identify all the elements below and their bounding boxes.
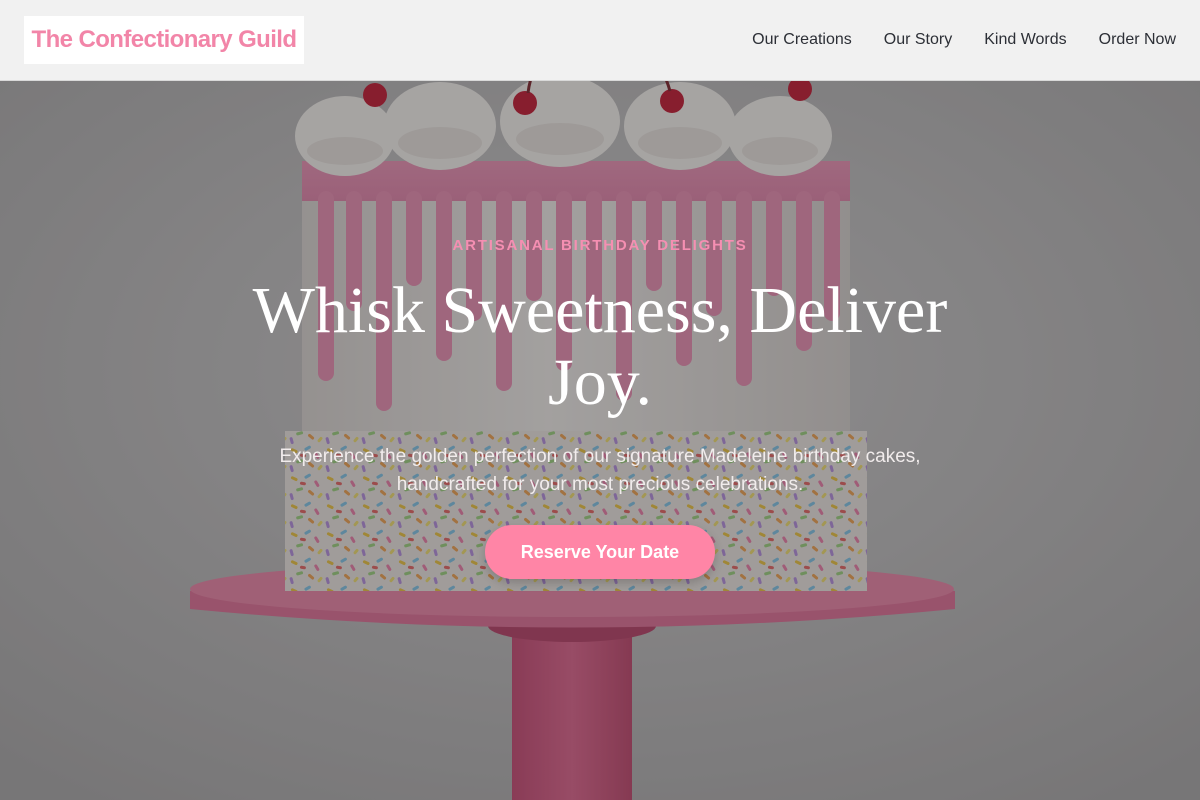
hero-subtext: Experience the golden perfection of our … <box>250 443 950 499</box>
nav-link-kind-words[interactable]: Kind Words <box>984 31 1066 49</box>
hero-headline: Whisk Sweetness, Deliver Joy. <box>200 275 1000 419</box>
hero-headline-line1: Whisk Sweetness, Deliver <box>252 274 948 347</box>
hero-subtext-line1: Experience the golden perfection of our … <box>279 446 921 467</box>
reserve-date-button[interactable]: Reserve Your Date <box>485 525 715 579</box>
site-header: The Confectionary Guild Our Creations Ou… <box>0 0 1200 81</box>
nav-link-our-story[interactable]: Our Story <box>884 31 952 49</box>
hero-content: ARTISANAL BIRTHDAY DELIGHTS Whisk Sweetn… <box>0 81 1200 800</box>
main-nav: Our Creations Our Story Kind Words Order… <box>720 0 1176 80</box>
nav-link-order-now[interactable]: Order Now <box>1099 31 1176 49</box>
hero-section: ARTISANAL BIRTHDAY DELIGHTS Whisk Sweetn… <box>0 81 1200 800</box>
hero-subtext-line2: handcrafted for your most precious celeb… <box>396 474 804 495</box>
nav-link-our-creations[interactable]: Our Creations <box>752 31 852 49</box>
site-logo[interactable]: The Confectionary Guild <box>24 16 304 64</box>
hero-eyebrow: ARTISANAL BIRTHDAY DELIGHTS <box>452 237 748 254</box>
logo-text: The Confectionary Guild <box>31 26 297 53</box>
hero-headline-line2: Joy. <box>548 346 652 419</box>
